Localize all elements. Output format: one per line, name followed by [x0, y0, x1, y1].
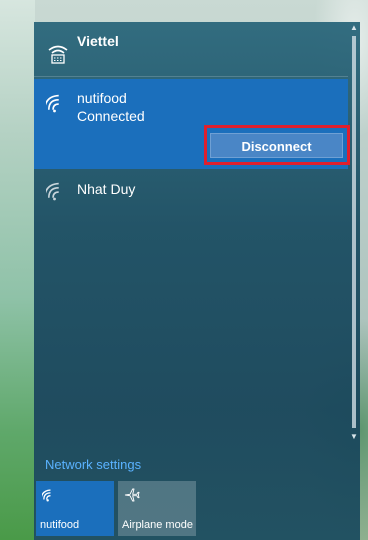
scrollbar-thumb[interactable]	[352, 36, 356, 428]
connection-status: Connected	[77, 108, 145, 124]
wifi-secured-icon	[46, 42, 70, 66]
wifi-icon	[40, 487, 58, 503]
network-settings-link[interactable]: Network settings	[45, 457, 141, 472]
tile-wifi[interactable]: nutifood	[36, 481, 114, 536]
tile-airplane-mode[interactable]: Airplane mode	[118, 481, 196, 536]
desktop-wallpaper-edge	[0, 0, 35, 540]
network-item-nhat-duy[interactable]: Nhat Duy	[34, 172, 348, 212]
network-name: nutifood	[77, 90, 127, 106]
network-list: Viettel nutifood Connected Disconnect Nh…	[34, 22, 350, 442]
scrollbar[interactable]: ▲ ▼	[348, 22, 360, 442]
wifi-icon	[43, 91, 70, 115]
tile-label: Airplane mode	[122, 519, 193, 531]
network-item-viettel[interactable]: Viettel	[34, 22, 348, 76]
network-name: Nhat Duy	[77, 181, 136, 197]
divider	[34, 76, 348, 77]
scroll-up-arrow-icon[interactable]: ▲	[348, 22, 360, 34]
network-item-nutifood[interactable]: nutifood Connected Disconnect	[34, 79, 350, 169]
network-flyout: Viettel nutifood Connected Disconnect Nh…	[34, 22, 360, 540]
network-name: Viettel	[77, 33, 119, 49]
scroll-down-arrow-icon[interactable]: ▼	[348, 431, 360, 443]
disconnect-button[interactable]: Disconnect	[210, 133, 343, 158]
tile-label: nutifood	[40, 519, 80, 531]
wifi-icon	[43, 179, 70, 203]
airplane-icon	[124, 487, 140, 503]
